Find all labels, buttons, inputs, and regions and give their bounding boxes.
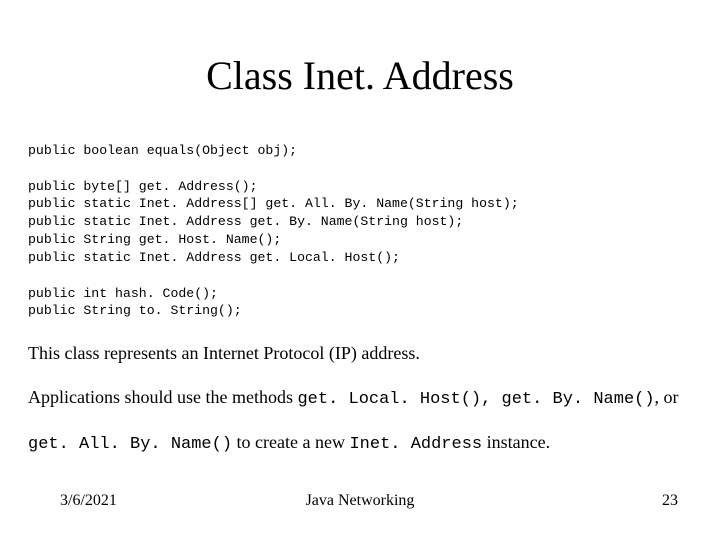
p2-code: get. Local. Host(), get. By. Name(): [297, 390, 654, 409]
p2-text-a: Applications should use the methods: [28, 387, 297, 407]
p2-text-c: , or: [655, 387, 679, 407]
slide: Class Inet. Address public boolean equal…: [0, 0, 720, 540]
slide-title: Class Inet. Address: [0, 52, 720, 99]
code-block: public boolean equals(Object obj); publi…: [28, 142, 519, 320]
p3-code-c: Inet. Address: [349, 435, 482, 454]
paragraph-1: This class represents an Internet Protoc…: [28, 340, 692, 368]
p3-text-d: instance.: [482, 432, 550, 452]
p3-text-b: to create a new: [232, 432, 349, 452]
paragraph-3: get. All. By. Name() to create a new Ine…: [28, 429, 692, 458]
footer-title: Java Networking: [0, 492, 720, 510]
footer-page: 23: [662, 492, 678, 510]
paragraph-2: Applications should use the methods get.…: [28, 384, 692, 413]
body-text: This class represents an Internet Protoc…: [28, 340, 692, 475]
p3-code-a: get. All. By. Name(): [28, 435, 232, 454]
